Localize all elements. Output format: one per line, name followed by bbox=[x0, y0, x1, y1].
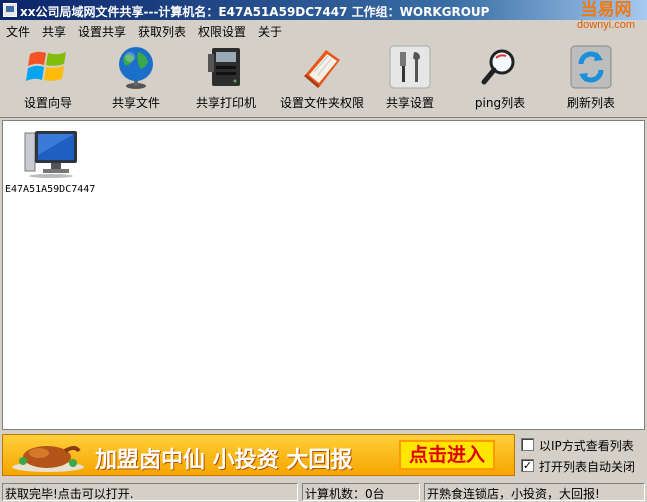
globe-icon bbox=[119, 47, 153, 89]
watermark-line1: 当易网 bbox=[580, 0, 632, 20]
menu-get-list[interactable]: 获取列表 bbox=[138, 23, 186, 40]
computer-icon bbox=[24, 131, 77, 178]
tools-icon bbox=[389, 45, 431, 89]
menu-about[interactable]: 关于 bbox=[258, 23, 282, 40]
ip-view-checkbox[interactable] bbox=[521, 438, 534, 451]
refresh-list-button[interactable]: 刷新列表 bbox=[543, 42, 639, 116]
printer-icon bbox=[208, 48, 240, 86]
status-computer-count: 计算机数：0台 bbox=[302, 483, 420, 501]
toolbar: 设置向导 共享文件 共享打印机 设置文件夹权限 共享设置 ping列表 刷新列表 bbox=[0, 40, 647, 118]
ad-banner[interactable]: 加盟卤中仙 小投资 大回报 点击进入 bbox=[2, 434, 515, 476]
refresh-list-label: 刷新列表 bbox=[566, 96, 615, 110]
windows-logo-icon bbox=[26, 51, 66, 81]
menu-set-share[interactable]: 设置共享 bbox=[78, 23, 126, 40]
app-icon bbox=[3, 3, 17, 17]
computer-name: E47A51A59DC7447 bbox=[5, 184, 96, 195]
status-bar: 获取完毕!点击可以打开. 计算机数：0台 开熟食连锁店，小投资，大回报! bbox=[0, 481, 647, 502]
status-message: 获取完毕!点击可以打开. bbox=[2, 483, 298, 501]
share-printer-button[interactable]: 共享打印机 bbox=[178, 42, 274, 116]
ad-bar: 加盟卤中仙 小投资 大回报 点击进入 以IP方式查看列表 ✓ 打开列表自动关闭 bbox=[0, 432, 647, 480]
menu-permissions[interactable]: 权限设置 bbox=[198, 23, 246, 40]
menu-bar: 文件 共享 设置共享 获取列表 权限设置 关于 bbox=[0, 20, 647, 40]
computer-list[interactable]: E47A51A59DC7447 bbox=[2, 120, 645, 430]
roast-chicken-icon bbox=[12, 446, 84, 472]
ad-slogan: 加盟卤中仙 小投资 大回报 bbox=[95, 448, 353, 473]
ip-view-label: 以IP方式查看列表 bbox=[539, 439, 634, 453]
menu-share[interactable]: 共享 bbox=[42, 23, 66, 40]
menu-file[interactable]: 文件 bbox=[6, 23, 30, 40]
auto-close-checkbox[interactable]: ✓ bbox=[521, 459, 534, 472]
magnifier-icon bbox=[481, 49, 515, 85]
window-title: xx公司局域网文件共享---计算机名：E47A51A59DC7447 工作组：W… bbox=[20, 5, 490, 19]
title-bar: xx公司局域网文件共享---计算机名：E47A51A59DC7447 工作组：W… bbox=[0, 0, 647, 20]
auto-close-label: 打开列表自动关闭 bbox=[539, 460, 636, 474]
refresh-icon bbox=[570, 45, 612, 89]
ad-enter-button[interactable]: 点击进入 bbox=[399, 440, 495, 470]
computer-item[interactable]: E47A51A59DC7447 bbox=[5, 127, 105, 197]
folder-book-icon bbox=[304, 50, 340, 88]
status-promo: 开熟食连锁店，小投资，大回报! bbox=[424, 483, 645, 501]
